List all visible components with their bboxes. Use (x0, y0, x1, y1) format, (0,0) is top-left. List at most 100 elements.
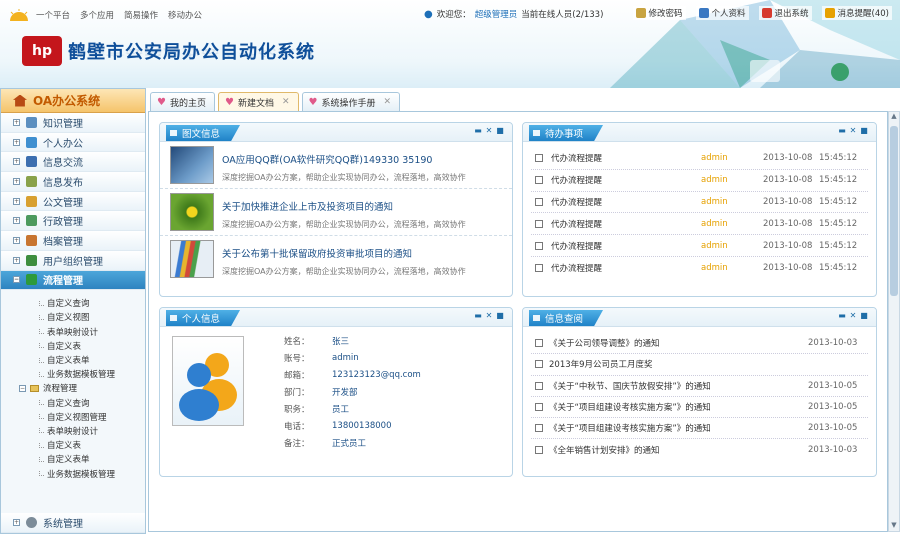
sub-item-custom-view[interactable]: 自定义视图 (1, 310, 145, 324)
doc-icon (535, 263, 543, 272)
online-count[interactable]: 当前在线人员(2/133) (521, 8, 603, 20)
profile-button[interactable]: 个人资料 (695, 6, 749, 20)
sidebar-item-admin[interactable]: + 行政管理 (1, 211, 145, 232)
todo-title[interactable]: 代办流程提醒 (551, 218, 701, 230)
tab-new-document[interactable]: ♥ 新建文档 ✕ (217, 92, 299, 111)
sub-item-custom-query[interactable]: 自定义查询 (1, 396, 145, 410)
announcement-row[interactable]: 《全年销售计划安排》的通知 2013-10-03 (531, 439, 868, 460)
maximize-icon[interactable]: ✕ (849, 312, 857, 320)
todo-row[interactable]: 代办流程提醒 admin 2013-10-08 15:45:12 (531, 257, 868, 279)
sidebar-item-archives[interactable]: + 档案管理 (1, 231, 145, 251)
top-toolbar: 修改密码 个人资料 退出系统 消息提醒(40) (632, 6, 892, 20)
sidebar-item-system[interactable]: + 系统管理 (1, 513, 145, 533)
todo-title[interactable]: 代办流程提醒 (551, 240, 701, 252)
close-icon[interactable]: ✕ (282, 97, 290, 107)
announcement-title[interactable]: 《关于“中秋节、国庆节放假安排”》的通知 (549, 380, 808, 392)
sub-item-template[interactable]: 业务数据模板管理 (1, 466, 145, 480)
announcement-row[interactable]: 《关于“项目组建设考核实施方案”》的通知 2013-10-05 (531, 397, 868, 419)
sub-item-custom-table[interactable]: 自定义表 (1, 339, 145, 353)
sidebar-item-knowledge[interactable]: + 知识管理 (1, 113, 145, 133)
minimize-icon[interactable]: ▬ (838, 312, 846, 320)
news-title[interactable]: 关于加快推进企业上市及投资项目的通知 (222, 199, 466, 213)
minimize-icon[interactable]: ▬ (474, 127, 482, 135)
header-banner: 一个平台 多个应用 简易操作 移动办公 ● 欢迎您： 超级管理员 当前在线人员(… (0, 0, 900, 88)
announcement-title[interactable]: 《关于公司领导调整》的通知 (549, 337, 808, 349)
collapse-icon[interactable]: − (19, 384, 26, 392)
close-icon[interactable]: ■ (496, 312, 504, 320)
minimize-icon[interactable]: ▬ (838, 127, 846, 135)
todo-title[interactable]: 代办流程提醒 (551, 262, 701, 274)
scroll-thumb[interactable] (890, 126, 898, 296)
close-icon[interactable]: ✕ (384, 97, 392, 107)
todo-row[interactable]: 代办流程提醒 admin 2013-10-08 15:45:12 (531, 235, 868, 257)
expand-icon[interactable]: + (13, 118, 20, 126)
field-value: 13800138000 (332, 420, 392, 431)
maximize-icon[interactable]: ✕ (849, 127, 857, 135)
scroll-up-arrow[interactable]: ▲ (890, 112, 898, 122)
announcement-row[interactable]: 2013年9月公司员工月度奖 (531, 354, 868, 376)
expand-icon[interactable]: + (13, 138, 20, 146)
avatar (172, 336, 244, 426)
announcement-row[interactable]: 《关于“项目组建设考核实施方案”》的通知 2013-10-05 (531, 418, 868, 440)
todo-title[interactable]: 代办流程提醒 (551, 152, 701, 164)
expand-icon[interactable]: + (13, 217, 20, 225)
current-user[interactable]: 超级管理员 (475, 8, 518, 20)
maximize-icon[interactable]: ✕ (485, 312, 493, 320)
megaphone-icon (26, 175, 37, 187)
sub-item-custom-view[interactable]: 自定义视图管理 (1, 410, 145, 424)
minimize-icon[interactable]: ▬ (474, 312, 482, 320)
scroll-down-arrow[interactable]: ▼ (890, 521, 898, 531)
sub-item-custom-table[interactable]: 自定义表 (1, 438, 145, 452)
todo-title[interactable]: 代办流程提醒 (551, 196, 701, 208)
close-icon[interactable]: ■ (860, 312, 868, 320)
sub-item-form-mapping[interactable]: 表单映射设计 (1, 325, 145, 339)
logout-button[interactable]: 退出系统 (758, 6, 812, 20)
todo-title[interactable]: 代办流程提醒 (551, 174, 701, 186)
messages-button[interactable]: 消息提醒(40) (821, 6, 892, 20)
todo-row[interactable]: 代办流程提醒 admin 2013-10-08 15:45:12 (531, 192, 868, 214)
announcement-title[interactable]: 《关于“项目组建设考核实施方案”》的通知 (549, 422, 808, 434)
expand-icon[interactable]: + (13, 197, 20, 205)
todo-row[interactable]: 代办流程提醒 admin 2013-10-08 15:45:12 (531, 170, 868, 192)
todo-row[interactable]: 代办流程提醒 admin 2013-10-08 15:45:12 (531, 148, 868, 170)
expand-icon[interactable]: + (13, 256, 20, 264)
tab-manual[interactable]: ♥ 系统操作手册 ✕ (301, 92, 401, 111)
news-title[interactable]: OA应用QQ群(OA软件研究QQ群)149330 35190 (222, 152, 466, 166)
expand-icon[interactable]: + (13, 158, 20, 166)
announcement-title[interactable]: 2013年9月公司员工月度奖 (549, 358, 808, 370)
sub-item-custom-form[interactable]: 自定义表单 (1, 353, 145, 367)
news-desc: 深度挖掘OA办公方案，帮助企业实现协同办公，流程落地，高效协作 (222, 220, 466, 229)
sub-group-workflow[interactable]: − 流程管理 (1, 381, 145, 395)
announcement-title[interactable]: 《关于“项目组建设考核实施方案”》的通知 (549, 401, 808, 413)
announcement-row[interactable]: 《关于“中秋节、国庆节放假安排”》的通知 2013-10-05 (531, 376, 868, 397)
close-icon[interactable]: ■ (860, 127, 868, 135)
maximize-icon[interactable]: ✕ (485, 127, 493, 135)
sidebar-item-publish[interactable]: + 信息发布 (1, 172, 145, 192)
system-title-reflection: 鹤壁市公安局办公自动化系统 (68, 46, 315, 58)
news-title[interactable]: 关于公布第十批保留政府投资审批项目的通知 (222, 246, 466, 260)
todo-time: 15:45:12 (819, 262, 858, 273)
sidebar-item-communication[interactable]: + 信息交流 (1, 152, 145, 173)
sidebar-item-personal[interactable]: + 个人办公 (1, 132, 145, 153)
sidebar-item-label: 档案管理 (43, 236, 83, 248)
vertical-scrollbar[interactable]: ▲ ▼ (888, 111, 900, 532)
sub-item-custom-query[interactable]: 自定义查询 (1, 296, 145, 310)
sub-item-form-mapping[interactable]: 表单映射设计 (1, 424, 145, 438)
announcement-row[interactable]: 《关于公司领导调整》的通知 2013-10-03 (531, 333, 868, 355)
sidebar-item-workflow[interactable]: − 流程管理 (1, 270, 145, 291)
tab-home[interactable]: ♥ 我的主页 (150, 92, 215, 111)
announcement-title[interactable]: 《全年销售计划安排》的通知 (549, 444, 808, 456)
sub-item-custom-form[interactable]: 自定义表单 (1, 452, 145, 466)
sidebar-item-users[interactable]: + 用户组织管理 (1, 250, 145, 271)
sidebar-item-documents[interactable]: + 公文管理 (1, 191, 145, 212)
expand-icon[interactable]: + (13, 519, 20, 527)
expand-icon[interactable]: + (13, 177, 20, 185)
change-password-button[interactable]: 修改密码 (632, 6, 686, 20)
expand-icon[interactable]: + (13, 236, 20, 244)
sidebar-title[interactable]: OA办公系统 (1, 89, 145, 113)
todo-row[interactable]: 代办流程提醒 admin 2013-10-08 15:45:12 (531, 213, 868, 236)
todo-date: 2013-10-08 (763, 262, 813, 273)
sub-item-template[interactable]: 业务数据模板管理 (1, 367, 145, 381)
close-icon[interactable]: ■ (496, 127, 504, 135)
collapse-icon[interactable]: − (13, 276, 20, 284)
